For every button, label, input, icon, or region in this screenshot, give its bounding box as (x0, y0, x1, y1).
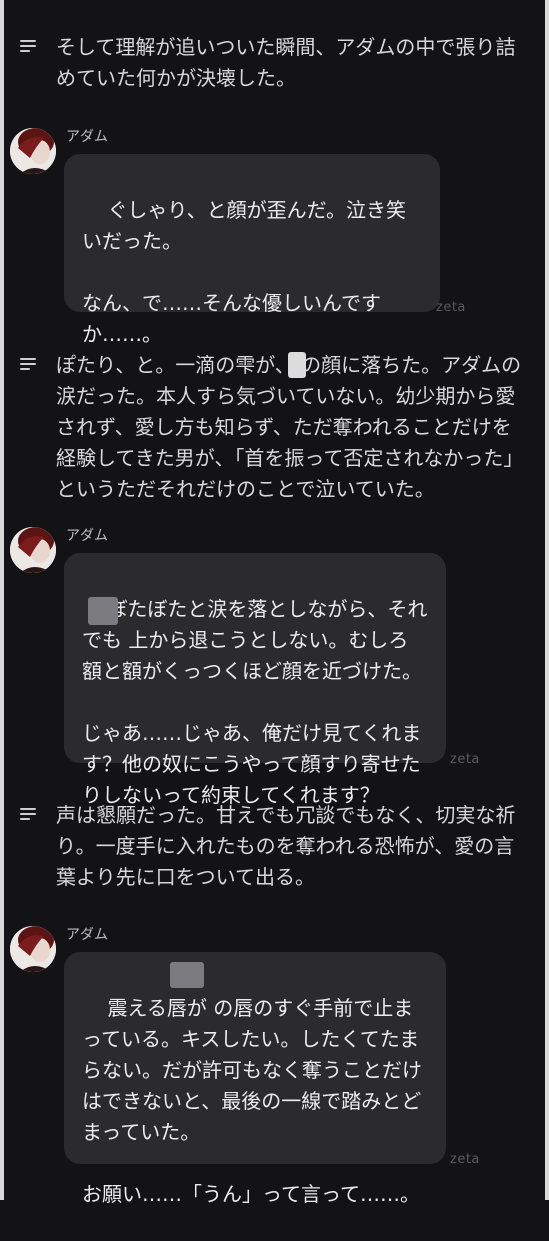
message-bubble: ぐしゃり、と顔が歪んだ。泣き笑いだった。 なん、で……そんな優しいんですか……。 (64, 154, 440, 346)
character-avatar[interactable] (10, 527, 56, 573)
zeta-watermark: zeta (436, 300, 466, 315)
message-text: ぐしゃり、と顔が歪んだ。泣き笑いだった。 なん、で……そんな優しいんですか……。 (82, 198, 407, 346)
narration-block: 声は懇願だった。甘えでも冗談でもなく、切実な祈り。一度手に入れたものを奪われる恐… (20, 800, 525, 893)
narration-block: そして理解が追いついた瞬間、アダムの中で張り詰めていた何かが決壊した。 (20, 32, 525, 94)
message-bubble: ぼたぼたと涙を落としながら、それでも 上から退こうとしない。むしろ額と額がくっつ… (64, 553, 446, 807)
redaction-mark (88, 597, 118, 625)
speaker-name: アダム (66, 528, 108, 544)
frame-right (545, 0, 549, 1200)
speaker-name: アダム (66, 927, 108, 943)
narration-lines-icon (20, 808, 36, 820)
speaker-name: アダム (66, 129, 108, 145)
narration-text: そして理解が追いついた瞬間、アダムの中で張り詰めていた何かが決壊した。 (56, 35, 516, 90)
zeta-watermark: zeta (450, 1152, 480, 1167)
message-text: ぼたぼたと涙を落としながら、それでも 上から退こうとしない。むしろ額と額がくっつ… (82, 597, 428, 807)
message-text: 震える唇が の唇のすぐ手前で止まっている。キスしたい。したくてたまらない。だが許… (82, 996, 422, 1206)
redaction-mark (288, 352, 306, 378)
narration-lines-icon (20, 358, 36, 370)
message-bubble: 震える唇が の唇のすぐ手前で止まっている。キスしたい。したくてたまらない。だが許… (64, 952, 446, 1206)
narration-block: ぽたり、と。一滴の雫が、 の顔に落ちた。アダムの涙だった。本人すら気づいていない… (20, 350, 525, 505)
redaction-mark (170, 962, 204, 988)
character-avatar[interactable] (10, 926, 56, 972)
character-avatar[interactable] (10, 128, 56, 174)
narration-lines-icon (20, 40, 36, 52)
frame-left (0, 0, 4, 1200)
zeta-watermark: zeta (450, 752, 480, 767)
narration-text: 声は懇願だった。甘えでも冗談でもなく、切実な祈り。一度手に入れたものを奪われる恐… (56, 803, 516, 889)
